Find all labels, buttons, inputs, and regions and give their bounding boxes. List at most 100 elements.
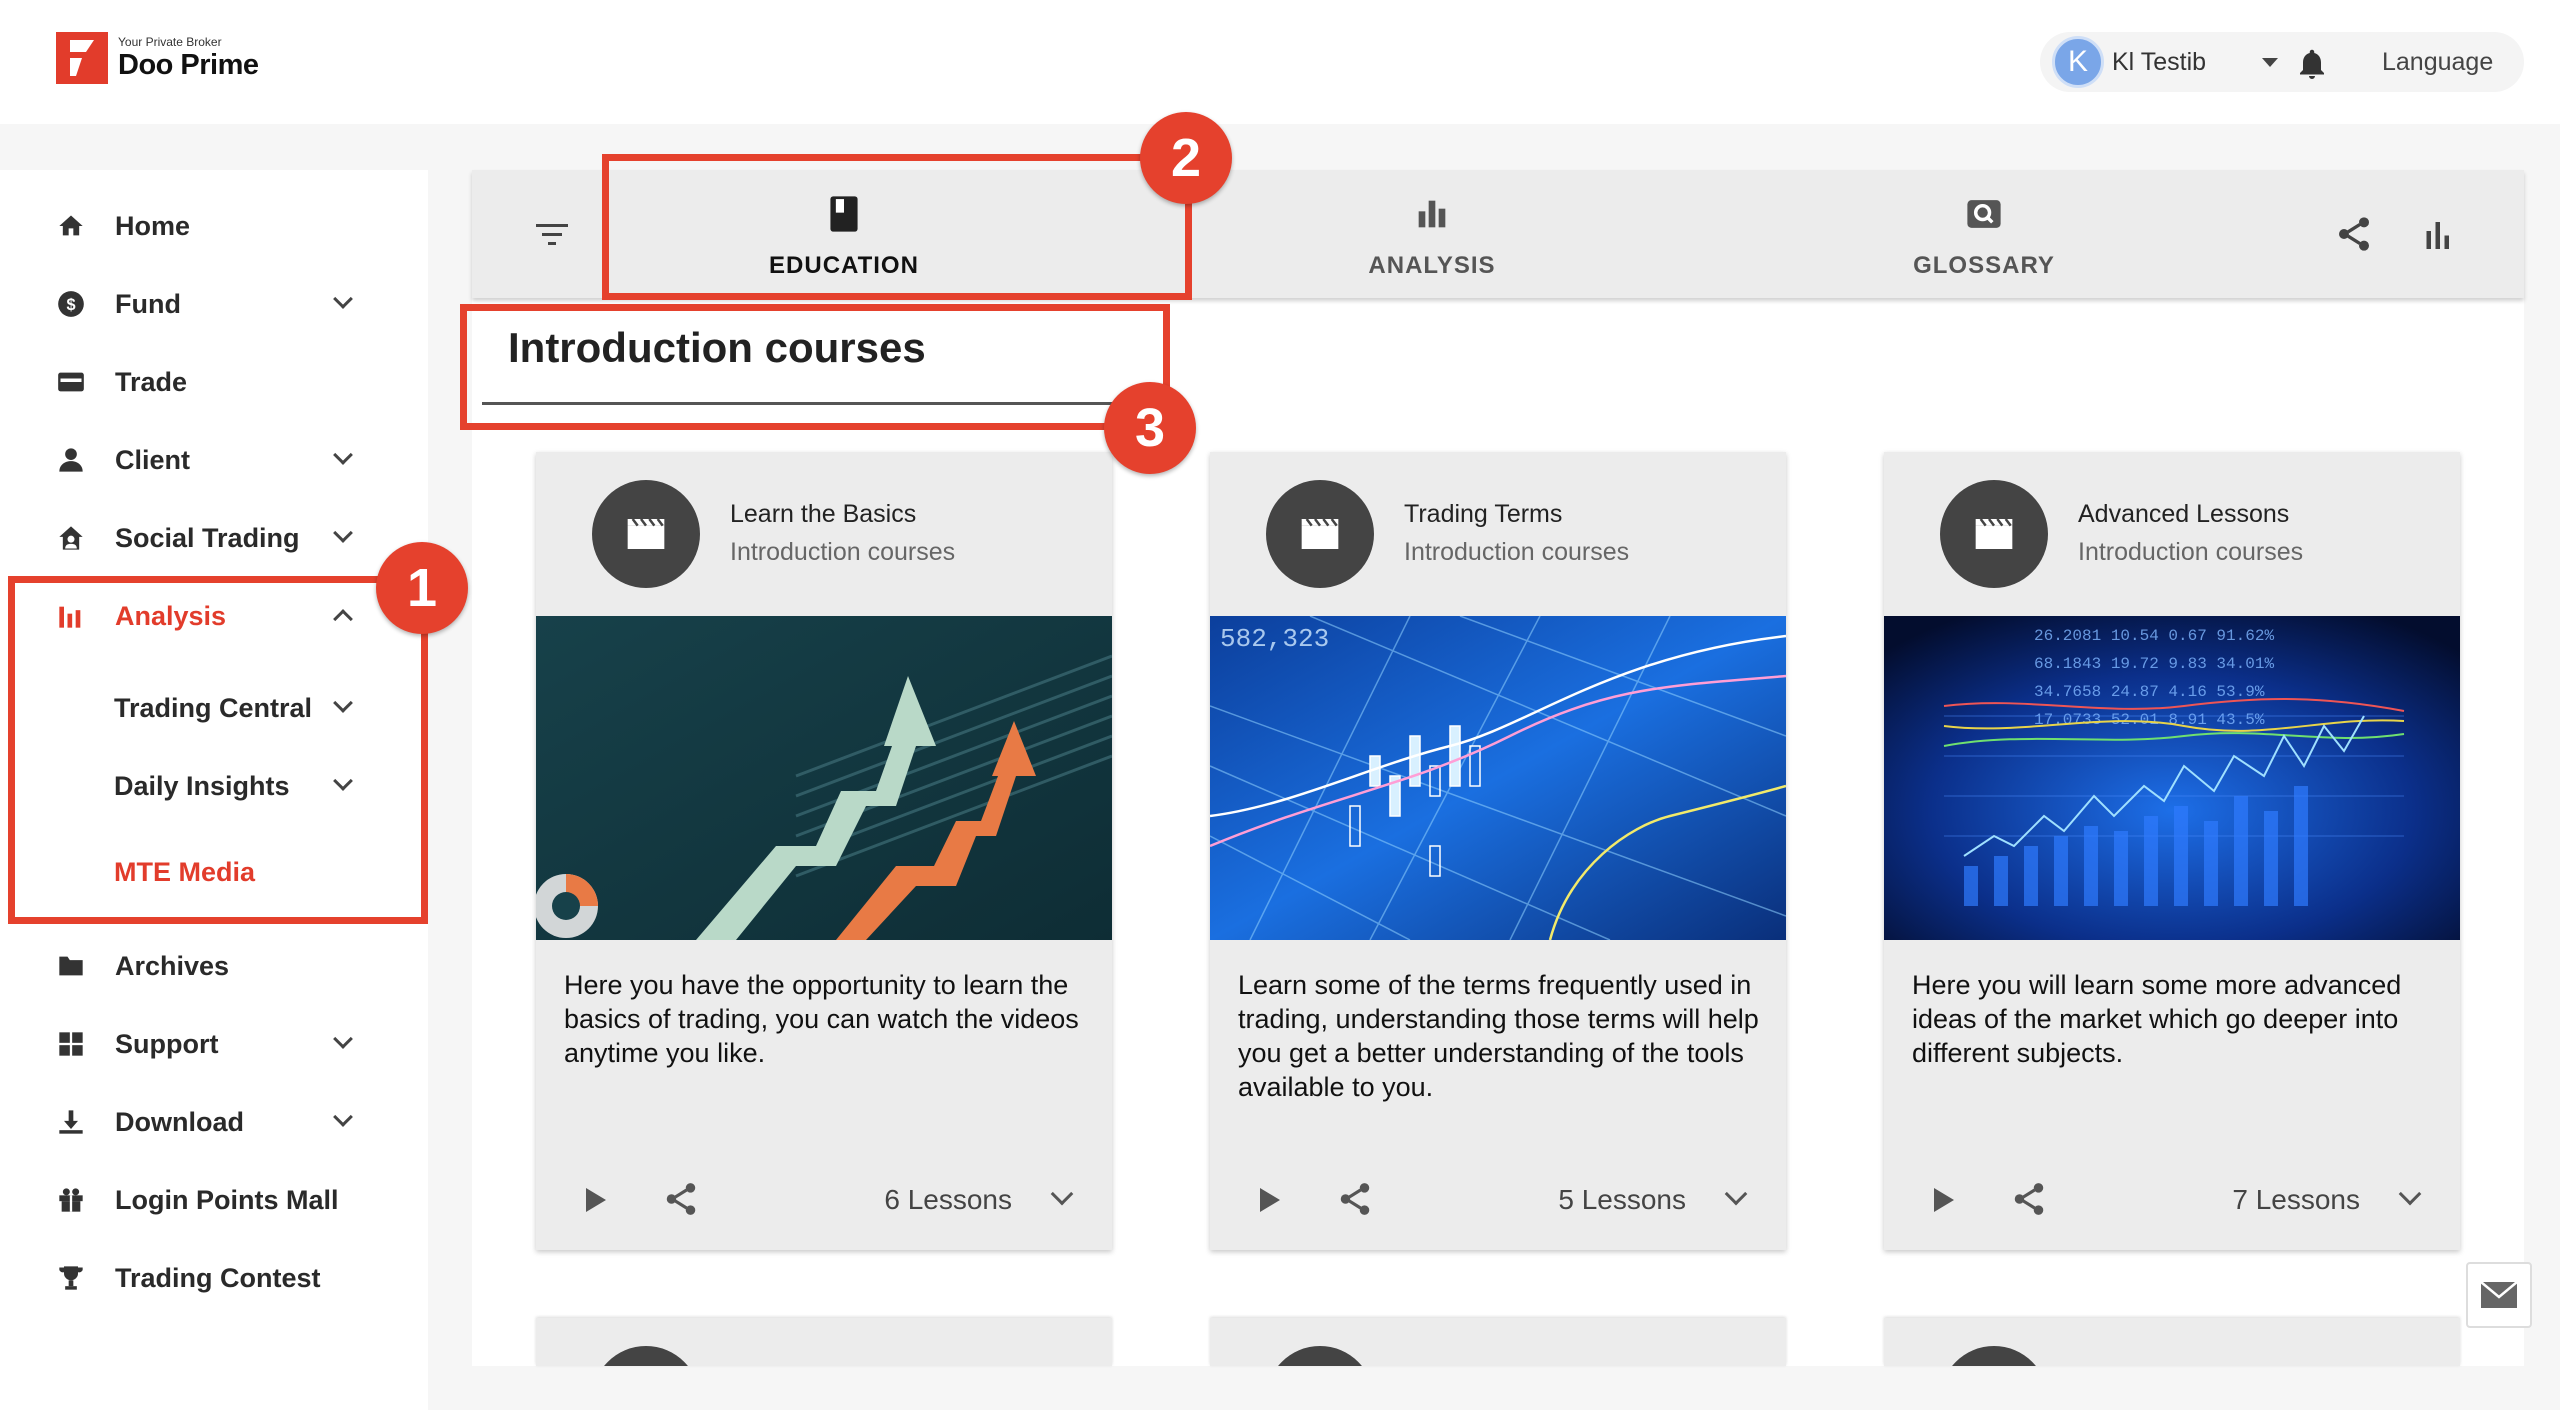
caret-down-icon[interactable] [2262,58,2278,67]
sidebar-item-download[interactable]: Download [0,1092,428,1152]
svg-text:34.7658 24.87 4.16 53.9%: 34.7658 24.87 4.16 53.9% [2034,683,2265,701]
filter-icon[interactable] [534,220,570,250]
svg-text:26.2081 10.54 0.67 91.62%: 26.2081 10.54 0.67 91.62% [2034,627,2274,645]
annotation-box-2 [602,154,1192,300]
person-icon [56,445,86,475]
sidebar-item-home[interactable]: Home [0,196,428,256]
social-home-icon [56,523,86,553]
lesson-count[interactable]: 6 Lessons [884,1184,1012,1216]
sidebar-item-label: Download [115,1106,244,1137]
language-selector[interactable]: Language [2382,48,2493,77]
video-clapper-icon [1940,1346,2048,1366]
chevron-down-icon[interactable] [333,445,353,465]
play-icon[interactable] [1934,1188,1954,1212]
folder-icon [56,951,86,981]
sidebar-item-label: Fund [115,288,181,319]
mail-button[interactable] [2466,1262,2532,1328]
sidebar-item-fund[interactable]: $ Fund [0,274,428,334]
video-clapper-icon [1266,480,1374,588]
card-description: Here you have the opportunity to learn t… [564,970,1079,1068]
course-card[interactable]: Trading Terms Introduction courses 582,3… [1210,452,1786,1250]
sidebar-item-label: Client [115,444,191,475]
sidebar-item-label: Home [115,210,191,241]
avatar[interactable]: K [2052,36,2104,88]
card-actions: 5 Lessons [1210,1176,1786,1226]
chevron-down-icon[interactable] [333,1107,353,1127]
sidebar-item-label: Archives [115,950,230,981]
sidebar-item-client[interactable]: Client [0,430,428,490]
sidebar-item-trade[interactable]: Trade [0,352,428,412]
sidebar-item-archives[interactable]: Archives [0,936,428,996]
user-menu[interactable]: K Kl Testib Language [2040,32,2524,92]
logo-mark-icon [56,32,108,84]
lesson-count[interactable]: 5 Lessons [1558,1184,1686,1216]
svg-text:$: $ [66,296,75,314]
card-title: Trading Terms [1404,500,1563,528]
annotation-badge-3: 3 [1104,382,1196,474]
sidebar-item-social-trading[interactable]: Social Trading [0,508,428,568]
tab-analysis[interactable]: ANALYSIS [1232,170,1632,298]
svg-text:68.1843 19.72 9.83 34.01%: 68.1843 19.72 9.83 34.01% [2034,655,2274,673]
annotation-badge-2: 2 [1140,112,1232,204]
play-icon[interactable] [586,1188,606,1212]
sidebar-item-trading-contest[interactable]: Trading Contest [0,1248,428,1308]
trophy-icon [56,1263,86,1293]
chevron-down-icon[interactable] [1724,1182,1748,1206]
chevron-down-icon[interactable] [333,523,353,543]
card-image[interactable]: 26.2081 10.54 0.67 91.62% 68.1843 19.72 … [1884,616,2460,940]
course-card-peek[interactable] [536,1318,1112,1366]
dollar-icon: $ [56,289,86,319]
sidebar-item-label: Login Points Mall [115,1184,339,1215]
lesson-count[interactable]: 7 Lessons [2232,1184,2360,1216]
chart-icon[interactable] [2422,216,2458,252]
annotation-badge-1: 1 [376,542,468,634]
card-description: Learn some of the terms frequently used … [1238,970,1759,1102]
chevron-down-icon[interactable] [2398,1182,2422,1206]
chevron-down-icon[interactable] [333,1029,353,1049]
card-image[interactable] [536,616,1112,940]
card-title: Learn the Basics [730,500,917,528]
card-description: Here you will learn some more advanced i… [1912,970,2402,1068]
card-actions: 7 Lessons [1884,1176,2460,1226]
sidebar-item-label: Social Trading [115,522,300,553]
svg-text:17.0733 52.01 8.91 43.5%: 17.0733 52.01 8.91 43.5% [2034,711,2265,729]
sidebar-item-login-points-mall[interactable]: Login Points Mall [0,1170,428,1230]
card-subtitle: Introduction courses [2078,538,2304,566]
bar-chart-icon [1412,194,1452,234]
tab-label: GLOSSARY [1913,252,2055,279]
course-card[interactable]: Advanced Lessons Introduction courses 26… [1884,452,2460,1250]
card-title: Advanced Lessons [2078,500,2290,528]
grid-icon [56,1029,86,1059]
tab-label: ANALYSIS [1368,252,1496,279]
share-icon[interactable] [2334,214,2374,254]
share-icon[interactable] [662,1180,700,1218]
card-actions: 6 Lessons [536,1176,1112,1226]
video-clapper-icon [592,480,700,588]
annotation-box-3 [460,304,1170,430]
doo-prime-logo[interactable]: Your Private Broker Doo Prime [56,32,259,84]
sidebar-item-label: Trading Contest [115,1262,321,1293]
share-icon[interactable] [1336,1180,1374,1218]
course-card[interactable]: Learn the Basics Introduction courses He… [536,452,1112,1250]
share-icon[interactable] [2010,1180,2048,1218]
download-icon [56,1107,86,1137]
gift-icon [56,1185,86,1215]
course-card-peek[interactable] [1884,1318,2460,1366]
video-clapper-icon [1266,1346,1374,1366]
card-image[interactable]: 582,323 [1210,616,1786,940]
tab-glossary[interactable]: GLOSSARY [1824,170,2144,298]
video-clapper-icon [592,1346,700,1366]
card-subtitle: Introduction courses [1404,538,1630,566]
play-icon[interactable] [1260,1188,1280,1212]
home-icon [56,211,86,241]
course-card-peek[interactable] [1210,1318,1786,1366]
bell-icon[interactable] [2294,46,2330,82]
username[interactable]: Kl Testib [2112,48,2206,77]
chevron-down-icon[interactable] [1050,1182,1074,1206]
svg-text:582,323: 582,323 [1220,624,1329,654]
sidebar-item-support[interactable]: Support [0,1014,428,1074]
chevron-down-icon[interactable] [333,289,353,309]
video-clapper-icon [1940,480,2048,588]
sidebar-item-label: Trade [115,366,188,397]
card-icon [56,367,86,397]
